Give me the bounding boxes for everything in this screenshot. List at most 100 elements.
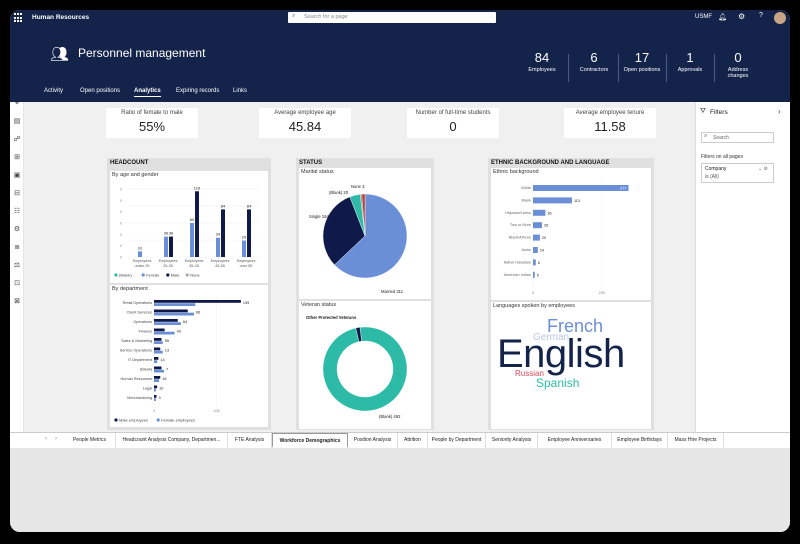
- age-bar[interactable]: [190, 223, 194, 257]
- dept-category-label: Human Resources: [121, 377, 153, 381]
- tab-links[interactable]: Links: [233, 88, 247, 96]
- age-bar[interactable]: [164, 236, 168, 257]
- ethnic-bar[interactable]: [533, 185, 629, 191]
- dept-bar-female[interactable]: [154, 303, 196, 306]
- dept-bar-female[interactable]: [154, 369, 164, 373]
- bell-icon[interactable]: 🔔︎: [718, 13, 727, 21]
- ethnic-data-label: 113: [574, 199, 580, 203]
- report-tab[interactable]: Attrition: [398, 433, 428, 448]
- dept-bar-female[interactable]: [154, 379, 159, 382]
- age-bar[interactable]: [138, 251, 142, 257]
- report-tab[interactable]: Employee Anniversaries: [538, 433, 612, 448]
- report-tab[interactable]: People by Department: [428, 433, 486, 448]
- legend-label: Female employees: [161, 418, 195, 423]
- app-launcher-icon[interactable]: [14, 13, 24, 23]
- dept-bar-female[interactable]: [154, 350, 163, 354]
- age-category-label: Employees: [211, 259, 230, 263]
- dept-bar-female[interactable]: [154, 360, 158, 363]
- filter-expand-icon[interactable]: ⌄ ⊘: [758, 166, 768, 172]
- report-tab[interactable]: FTE Analysis: [228, 433, 272, 448]
- tab-open-positions[interactable]: Open positions: [80, 88, 120, 96]
- nav-icon-11[interactable]: ≣: [13, 244, 21, 252]
- dept-bar-female[interactable]: [154, 312, 194, 316]
- dept-data-label: 10: [159, 387, 163, 391]
- stat-1[interactable]: 6 Contractors: [574, 50, 614, 73]
- report-tab[interactable]: People Metrics: [64, 433, 116, 448]
- stat-3[interactable]: 1 Approvals: [670, 50, 710, 73]
- next-page-icon[interactable]: ›: [55, 436, 57, 442]
- search-icon: ⌕: [292, 13, 296, 19]
- dept-bar-female[interactable]: [154, 331, 175, 335]
- dept-bar-male[interactable]: [154, 347, 161, 351]
- age-bar[interactable]: [195, 191, 199, 257]
- tab-analytics[interactable]: Analytics: [134, 88, 161, 97]
- stat-4[interactable]: 0 Address changes: [718, 50, 758, 79]
- dept-bar-male[interactable]: [154, 300, 241, 303]
- legend-label: None: [190, 273, 200, 278]
- report-tab[interactable]: Headcount Analysis Company, Departmen...: [116, 433, 228, 448]
- dept-bar-male[interactable]: [154, 376, 161, 379]
- dept-bar-female[interactable]: [154, 388, 156, 392]
- dept-bar-male[interactable]: [154, 309, 188, 313]
- nav-icon-12[interactable]: ⚖: [13, 262, 21, 270]
- ethnic-bar[interactable]: [533, 209, 546, 216]
- nav-icon-13[interactable]: ⊡: [13, 280, 21, 288]
- age-data-label: 34: [216, 232, 221, 237]
- avatar[interactable]: [774, 12, 786, 24]
- kpi-value: 11.58: [594, 119, 626, 134]
- pie-slice[interactable]: [322, 326, 408, 412]
- dept-category-label: Sales & Marketing: [121, 339, 152, 343]
- ethnic-bar[interactable]: [533, 197, 572, 204]
- dept-bar-male[interactable]: [154, 328, 165, 332]
- dept-bar-female[interactable]: [154, 341, 163, 344]
- kpi-card: Ratio of female to male 55%: [106, 108, 198, 138]
- company-filter-card[interactable]: Company is (All) ⌄ ⊘: [701, 163, 774, 183]
- report-tab[interactable]: Position Analysis: [348, 433, 398, 448]
- nav-icon-8[interactable]: ⊟: [13, 190, 21, 198]
- ethnic-bg-card: Ethnic background White 277 Blank 113 Hispan…: [491, 168, 651, 300]
- report-tab[interactable]: Workforce Demographics: [272, 433, 348, 448]
- dept-bar-male[interactable]: [154, 357, 159, 360]
- prev-page-icon[interactable]: ‹: [45, 436, 47, 442]
- pie-label: None 3: [351, 184, 365, 189]
- nav-icon-4[interactable]: ▤: [13, 118, 21, 126]
- ethnic-bar[interactable]: [533, 247, 538, 253]
- tab-expiring-records[interactable]: Expiring records: [176, 88, 219, 96]
- dept-bar-male[interactable]: [154, 319, 178, 322]
- nav-icon-14[interactable]: ⊠: [13, 298, 21, 306]
- company-picker[interactable]: USMF: [695, 14, 712, 20]
- nav-icon-9[interactable]: ☷: [13, 208, 21, 216]
- ethnic-bar[interactable]: [533, 234, 540, 241]
- dept-bar-male[interactable]: [154, 385, 158, 389]
- filter-search-input[interactable]: ⌕ Search: [701, 132, 774, 143]
- ethnic-bar[interactable]: [533, 259, 536, 266]
- report-tab[interactable]: Seniority Analysis: [486, 433, 538, 448]
- search-box[interactable]: ⌕ Search for a page: [288, 12, 496, 23]
- age-bar[interactable]: [169, 236, 173, 257]
- stat-2[interactable]: 17 Open positions: [622, 50, 662, 73]
- report-tab[interactable]: Employee Birthdays: [612, 433, 668, 448]
- dept-bar-male[interactable]: [154, 395, 157, 398]
- nav-icon-7[interactable]: ▣: [13, 172, 21, 180]
- age-bar[interactable]: [221, 209, 225, 257]
- nav-icon-10[interactable]: ⚙: [13, 226, 21, 234]
- dept-bar-male[interactable]: [154, 338, 162, 341]
- age-bar[interactable]: [247, 209, 251, 257]
- report-tab[interactable]: Mass Hire Projects: [668, 433, 724, 448]
- ethnic-title: ETHNIC BACKGROUND AND LANGUAGE: [491, 160, 610, 166]
- help-icon[interactable]: ?: [759, 12, 763, 19]
- tab-activity[interactable]: Activity: [44, 88, 63, 96]
- stat-0[interactable]: 84 Employees: [522, 50, 562, 73]
- ethnic-bar[interactable]: [533, 271, 535, 278]
- nav-icon-6[interactable]: ⊞: [13, 154, 21, 162]
- dept-bar-female[interactable]: [154, 322, 181, 325]
- kpi-value: 55%: [138, 119, 166, 134]
- dept-bar-male[interactable]: [154, 366, 162, 370]
- age-bar[interactable]: [216, 237, 220, 257]
- dept-bar-female[interactable]: [154, 398, 156, 401]
- gear-icon[interactable]: ⚙: [738, 12, 745, 21]
- ethnic-bar[interactable]: [533, 222, 542, 229]
- collapse-chevron-icon[interactable]: ›: [778, 107, 781, 116]
- nav-icon-5[interactable]: ☍: [13, 136, 21, 144]
- age-bar[interactable]: [242, 240, 246, 257]
